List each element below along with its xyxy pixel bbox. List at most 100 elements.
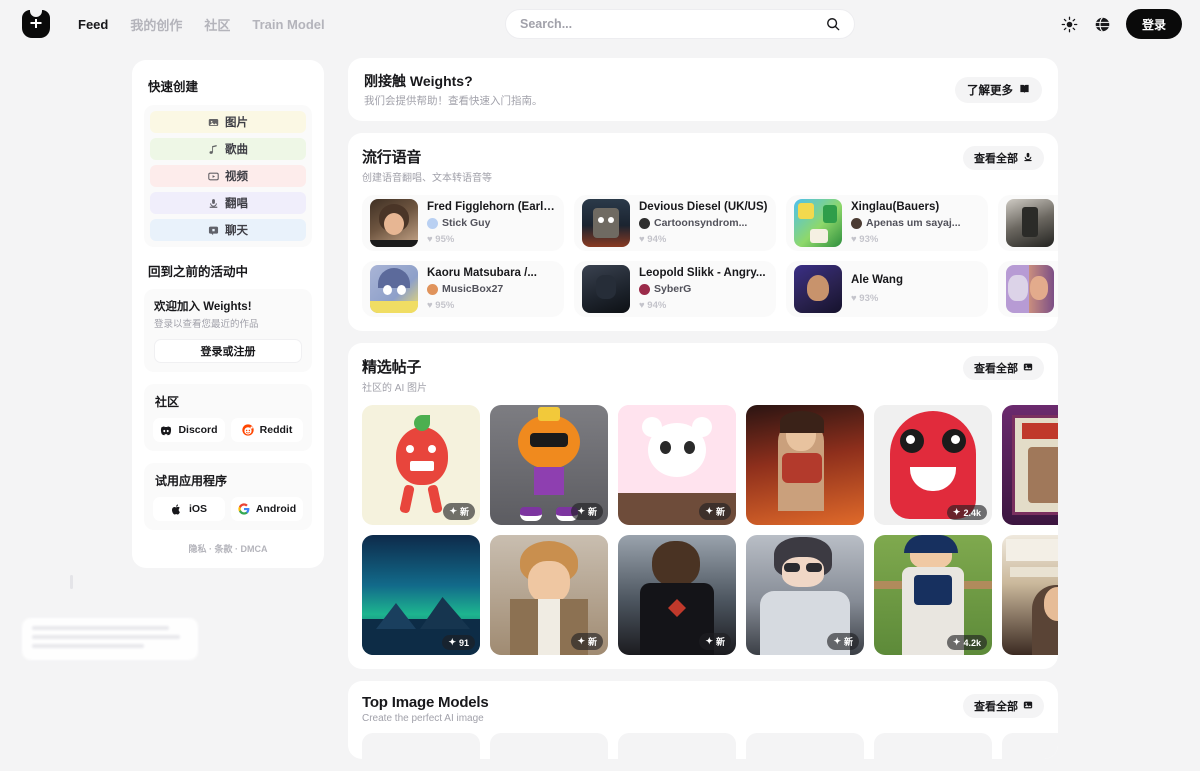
post-tile[interactable] — [1002, 405, 1058, 525]
voice-card[interactable]: Kaoru Matsubara /... MusicBox27 ♥ 95% — [362, 261, 564, 317]
voice-card[interactable]: Devious Diesel (UK/US) Cartoonsyndrom...… — [574, 195, 776, 251]
voice-card[interactable]: Xinglau(Bauers) Apenas um sayaj... ♥ 93% — [786, 195, 988, 251]
sparkle-icon: ✦ — [952, 637, 961, 647]
posts-section-title: 精选帖子 — [362, 359, 422, 376]
google-icon — [238, 503, 250, 515]
model-card-row — [362, 733, 1058, 759]
onboarding-banner: 刚接触 Weights? 我们会提供帮助！查看快速入门指南。 了解更多 — [348, 58, 1058, 121]
sun-icon[interactable] — [1060, 14, 1080, 34]
model-card[interactable] — [1002, 733, 1058, 759]
activity-card-subtitle: 登录以查看您最近的作品 — [154, 319, 259, 330]
voice-thumbnail — [370, 199, 418, 247]
voice-like-rate: ♥ 95% — [427, 234, 455, 245]
voices-view-all-label: 查看全部 — [974, 153, 1018, 165]
post-tile[interactable]: ✦ 新 — [362, 405, 480, 525]
ios-label: iOS — [188, 503, 208, 515]
post-tile[interactable]: ✦ 91 — [362, 535, 480, 655]
voice-thumbnail — [582, 265, 630, 313]
post-tile[interactable]: ✦ 2.4k — [874, 405, 992, 525]
voice-like-rate: ♥ 93% — [851, 234, 879, 245]
post-tile[interactable]: ✦ 4.2k — [874, 535, 992, 655]
weights-logo-icon[interactable] — [22, 10, 50, 38]
voice-card[interactable]: Fred Figglehorn (Early... Stick Guy ♥ 95… — [362, 195, 564, 251]
video-icon — [208, 171, 219, 182]
posts-view-all-button[interactable]: 查看全部 — [963, 356, 1044, 380]
nav-item-community[interactable]: 社区 — [204, 15, 230, 34]
sparkle-icon: ✦ — [449, 506, 457, 516]
featured-posts-section: 精选帖子 社区的 AI 图片 查看全部 ✦ 新 ✦ 新 ✦ 新 ✦ 2.4k ✦… — [348, 343, 1058, 669]
post-badge: ✦ 新 — [571, 503, 603, 520]
avatar — [639, 217, 650, 229]
post-tile[interactable]: ✦ 新 — [618, 405, 736, 525]
search-bar[interactable] — [505, 9, 855, 39]
post-badge: ✦ 新 — [827, 633, 859, 650]
voice-author-name: MusicBox27 — [442, 283, 504, 295]
search-icon[interactable] — [826, 17, 840, 31]
sparkle-icon: ✦ — [952, 507, 961, 517]
footer-link-dmca[interactable]: DMCA — [241, 544, 268, 554]
quick-create-video-label: 视频 — [225, 171, 248, 183]
globe-icon[interactable] — [1093, 14, 1113, 34]
footer-link-privacy[interactable]: 隐私 — [188, 544, 206, 554]
voice-author: MusicBox27 — [427, 283, 556, 295]
learn-more-button[interactable]: 了解更多 — [955, 76, 1042, 103]
nav-item-feed[interactable]: Feed — [78, 17, 108, 32]
voices-section-title: 流行语音 — [362, 149, 422, 166]
music-note-icon — [208, 144, 219, 155]
voice-card[interactable]: Pernalonga Mr.Hu ♥ 93% — [998, 261, 1058, 317]
quick-create-song[interactable]: 歌曲 — [150, 138, 306, 160]
sparkle-icon: ✦ — [833, 636, 841, 646]
voice-card-grid: Fred Figglehorn (Early... Stick Guy ♥ 95… — [362, 195, 1058, 317]
models-view-all-button[interactable]: 查看全部 — [963, 694, 1044, 718]
quick-create-cover-label: 翻唱 — [225, 198, 248, 210]
model-card[interactable] — [746, 733, 864, 759]
avatar — [427, 217, 438, 229]
voice-author: SyberG — [639, 283, 768, 295]
quick-create-chat[interactable]: 聊天 — [150, 219, 306, 241]
scrollbar-thumb[interactable] — [70, 575, 73, 589]
model-card[interactable] — [490, 733, 608, 759]
reddit-link[interactable]: Reddit — [231, 418, 303, 442]
voice-card[interactable]: General G ♥ 93% — [998, 195, 1058, 251]
voices-view-all-button[interactable]: 查看全部 — [963, 146, 1044, 170]
nav-item-train-model[interactable]: Train Model — [252, 17, 324, 32]
ios-app-link[interactable]: iOS — [153, 497, 225, 521]
android-app-link[interactable]: Android — [231, 497, 303, 521]
voice-like-rate: ♥ 94% — [639, 300, 667, 311]
banner-subtitle: 我们会提供帮助！查看快速入门指南。 — [364, 95, 543, 107]
model-card[interactable] — [362, 733, 480, 759]
sidebar-footer: 隐私 · 条款 · DMCA — [144, 542, 312, 555]
post-tile[interactable] — [1002, 535, 1058, 655]
voice-card[interactable]: Leopold Slikk - Angry... SyberG ♥ 94% — [574, 261, 776, 317]
model-card[interactable] — [618, 733, 736, 759]
quick-create-list: 图片 歌曲 视频 翻唱 聊天 — [144, 105, 312, 247]
avatar — [427, 283, 438, 295]
model-card[interactable] — [874, 733, 992, 759]
voice-thumbnail — [1006, 199, 1054, 247]
apps-block: 试用应用程序 iOS Android — [144, 463, 312, 530]
voice-thumbnail — [370, 265, 418, 313]
post-tile[interactable]: ✦ 新 — [490, 405, 608, 525]
discord-label: Discord — [178, 424, 218, 436]
popular-voices-section: 流行语音 创建语音翻唱、文本转语音等 查看全部 Fred Figglehorn … — [348, 133, 1058, 331]
voice-author-name: SyberG — [654, 283, 692, 295]
quick-create-image[interactable]: 图片 — [150, 111, 306, 133]
voice-name: Fred Figglehorn (Early... — [427, 201, 556, 213]
post-tile[interactable]: ✦ 新 — [746, 535, 864, 655]
login-or-register-button[interactable]: 登录或注册 — [154, 339, 302, 363]
quick-create-video[interactable]: 视频 — [150, 165, 306, 187]
post-tile[interactable]: ✦ 新 — [618, 535, 736, 655]
discord-link[interactable]: Discord — [153, 418, 225, 442]
quick-create-cover[interactable]: 翻唱 — [150, 192, 306, 214]
post-badge: ✦ 91 — [442, 635, 475, 650]
login-button[interactable]: 登录 — [1125, 9, 1182, 39]
voice-card[interactable]: Ale Wang ♥ 93% — [786, 261, 988, 317]
activity-card: 欢迎加入 Weights! 登录以查看您最近的作品 登录或注册 — [144, 289, 312, 372]
post-tile[interactable]: ✦ 新 — [490, 535, 608, 655]
voice-name: Leopold Slikk - Angry... — [639, 267, 766, 279]
voice-thumbnail — [794, 265, 842, 313]
search-input[interactable] — [520, 17, 826, 31]
post-tile[interactable] — [746, 405, 864, 525]
nav-item-my-creations[interactable]: 我的创作 — [130, 15, 182, 34]
footer-link-terms[interactable]: 条款 — [215, 544, 233, 554]
